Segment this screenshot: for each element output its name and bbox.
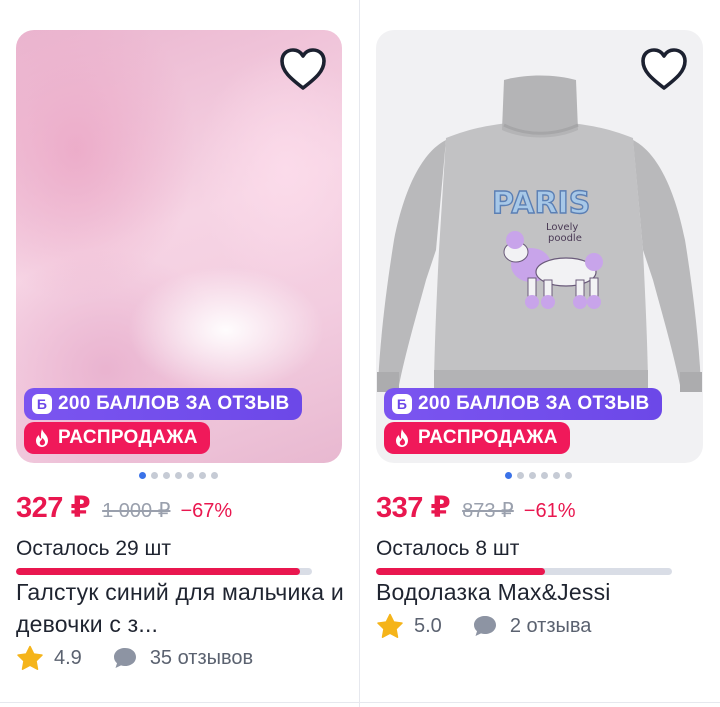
product-image[interactable]: PARIS Lovely poodle Б 200 БАЛЛОВ ЗА ОТЗЫ… — [376, 30, 703, 463]
old-price: 1 000 ₽ — [102, 500, 171, 522]
rating-row: 5.0 2 отзыва — [376, 613, 591, 639]
carousel-dot[interactable] — [541, 471, 548, 479]
carousel-dot[interactable] — [151, 471, 158, 479]
sale-badge-label: РАСПРОДАЖА — [58, 427, 198, 448]
discount-percent: −67% — [180, 500, 233, 522]
favorite-button[interactable] — [278, 46, 328, 92]
points-icon: Б — [392, 394, 412, 414]
sale-badge: РАСПРОДАЖА — [384, 422, 570, 454]
chat-bubble-icon — [113, 648, 136, 668]
carousel-dot[interactable] — [163, 471, 170, 479]
carousel-dot[interactable] — [529, 471, 536, 479]
chat-bubble-icon — [473, 616, 496, 636]
points-badge: Б 200 БАЛЛОВ ЗА ОТЗЫВ — [384, 388, 662, 420]
stock-bar — [376, 568, 672, 575]
product-card[interactable]: PARIS Lovely poodle Б 200 БАЛЛОВ ЗА ОТЗЫ… — [360, 0, 703, 707]
star-icon — [377, 613, 403, 638]
price-row: 327 ₽ 1 000 ₽ −67% — [16, 490, 232, 525]
rating-row: 4.9 35 отзывов — [16, 645, 253, 671]
carousel-dot[interactable] — [211, 471, 218, 479]
points-badge-label: 200 БАЛЛОВ ЗА ОТЗЫВ — [58, 393, 290, 414]
sale-badge-label: РАСПРОДАЖА — [418, 427, 558, 448]
product-image[interactable]: Б 200 БАЛЛОВ ЗА ОТЗЫВ РАСПРОДАЖА — [16, 30, 342, 463]
rating-value: 4.9 — [54, 646, 82, 669]
carousel-dot[interactable] — [553, 471, 560, 479]
svg-text:poodle: poodle — [548, 233, 582, 244]
old-price: 873 ₽ — [462, 500, 514, 522]
product-title[interactable]: Галстук синий для мальчика и девочки с з… — [16, 576, 346, 640]
bottom-divider — [0, 702, 720, 703]
favorite-button[interactable] — [639, 46, 689, 92]
rating-value: 5.0 — [414, 614, 442, 637]
points-badge: Б 200 БАЛЛОВ ЗА ОТЗЫВ — [24, 388, 302, 420]
carousel-dot[interactable] — [199, 471, 206, 479]
carousel-dot-active[interactable] — [505, 471, 512, 479]
heart-outline-icon — [641, 48, 687, 90]
discount-percent: −61% — [523, 500, 576, 522]
product-card[interactable]: Б 200 БАЛЛОВ ЗА ОТЗЫВ РАСПРОДАЖА 327 ₽ 1… — [0, 0, 344, 707]
heart-outline-icon — [280, 48, 326, 90]
carousel-dot[interactable] — [175, 471, 182, 479]
stock-bar-fill — [16, 568, 301, 575]
carousel-dot-active[interactable] — [139, 471, 146, 479]
points-icon: Б — [32, 394, 52, 414]
fire-icon — [32, 428, 52, 448]
fire-icon — [392, 428, 412, 448]
stock-bar — [16, 568, 312, 575]
product-title[interactable]: Водолазка Max&Jessi — [376, 576, 706, 608]
svg-text:PARIS: PARIS — [492, 186, 590, 221]
points-badge-label: 200 БАЛЛОВ ЗА ОТЗЫВ — [418, 393, 650, 414]
sale-badge: РАСПРОДАЖА — [24, 422, 210, 454]
svg-text:Lovely: Lovely — [546, 222, 578, 233]
carousel-dot[interactable] — [565, 471, 572, 479]
image-carousel-dots — [139, 470, 218, 480]
reviews-count[interactable]: 2 отзыва — [510, 615, 592, 638]
reviews-count[interactable]: 35 отзывов — [150, 647, 253, 670]
stock-left: Осталось 29 шт — [16, 537, 171, 560]
current-price: 327 ₽ — [16, 492, 91, 524]
star-icon — [17, 645, 43, 670]
current-price: 337 ₽ — [376, 492, 451, 524]
carousel-dot[interactable] — [187, 471, 194, 479]
price-row: 337 ₽ 873 ₽ −61% — [376, 490, 576, 525]
carousel-dot[interactable] — [517, 471, 524, 479]
image-carousel-dots — [505, 470, 572, 480]
stock-left: Осталось 8 шт — [376, 537, 520, 560]
stock-bar-fill — [376, 568, 545, 575]
